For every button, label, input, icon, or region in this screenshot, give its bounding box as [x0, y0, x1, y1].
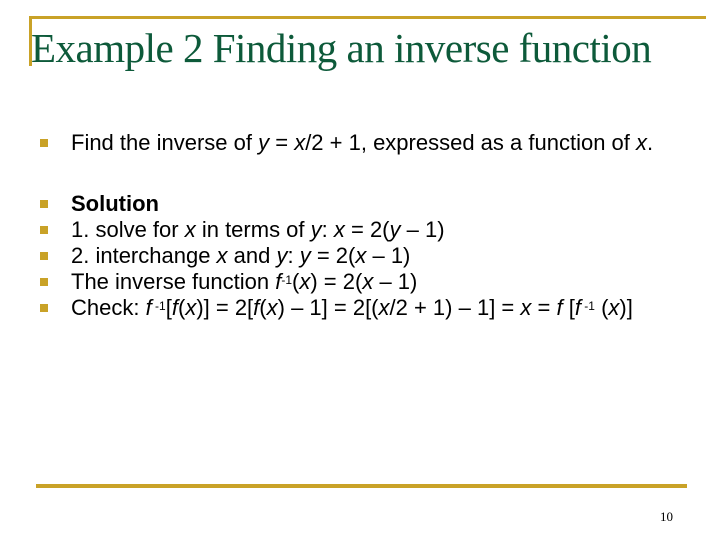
- bullet-step-1: 1. solve for x in terms of y: x = 2(y – …: [38, 217, 678, 243]
- bullet-step-2: 2. interchange x and y: y = 2(x – 1): [38, 243, 678, 269]
- text-segment: – 1): [366, 243, 411, 268]
- text-segment: in terms of: [195, 217, 311, 242]
- math-variable: x: [299, 269, 311, 294]
- bullet-text: 1. solve for x in terms of y: x = 2(y – …: [71, 217, 445, 242]
- text-segment: /2 + 1) – 1] =: [389, 295, 521, 320]
- text-segment: .: [647, 130, 654, 155]
- text-segment: (: [594, 295, 609, 320]
- math-variable: x: [294, 130, 306, 155]
- math-variable: y: [276, 243, 288, 268]
- math-variable: x: [355, 243, 367, 268]
- bullet-square-icon: [40, 200, 48, 208]
- math-variable: x: [185, 295, 197, 320]
- text-segment: [: [562, 295, 575, 320]
- text-segment: = 2(: [310, 243, 356, 268]
- text-segment: = 2(: [344, 217, 390, 242]
- bullet-solution: Solution: [38, 191, 678, 217]
- text-segment: (: [259, 295, 267, 320]
- text-segment: Find the inverse of: [71, 130, 259, 155]
- text-segment: /2 + 1, expressed as a function of: [305, 130, 637, 155]
- bullet-text: Solution: [71, 191, 159, 216]
- slide-title: Example 2 Finding an inverse function: [31, 25, 652, 71]
- math-variable: x: [378, 295, 390, 320]
- title-top-rule: [29, 16, 706, 19]
- text-segment: =: [269, 130, 295, 155]
- bullet-text: The inverse function f-1(x) = 2(x – 1): [71, 269, 417, 294]
- text-segment: – 1): [400, 217, 445, 242]
- text-segment: )]: [619, 295, 633, 320]
- bullet-check: Check: f -1[f(x)] = 2[f(x) – 1] = 2[(x/2…: [38, 295, 678, 321]
- superscript: -1: [151, 299, 166, 313]
- text-segment: and: [227, 243, 277, 268]
- math-variable: y: [299, 243, 311, 268]
- math-variable: x: [333, 217, 345, 242]
- footer-rule: [36, 484, 687, 488]
- math-variable: x: [184, 217, 196, 242]
- math-variable: y: [310, 217, 322, 242]
- text-segment: The inverse function: [71, 269, 276, 294]
- text-segment: 2. interchange: [71, 243, 217, 268]
- math-variable: f: [145, 295, 152, 320]
- superscript: -1: [580, 299, 595, 313]
- bullet-list: Find the inverse of y = x/2 + 1, express…: [38, 130, 678, 321]
- bullet-square-icon: [40, 226, 48, 234]
- math-variable: x: [362, 269, 374, 294]
- bullet-inverse: The inverse function f-1(x) = 2(x – 1): [38, 269, 678, 295]
- page-number: 10: [660, 509, 673, 524]
- bullet-problem: Find the inverse of y = x/2 + 1, express…: [38, 130, 678, 156]
- text-segment: – 1): [373, 269, 418, 294]
- text-segment: :: [321, 217, 334, 242]
- math-variable: y: [258, 130, 270, 155]
- bullet-square-icon: [40, 139, 48, 147]
- math-variable: x: [216, 243, 228, 268]
- bold-text: Solution: [71, 191, 159, 216]
- text-segment: Check:: [71, 295, 146, 320]
- math-variable: y: [389, 217, 401, 242]
- math-variable: x: [266, 295, 278, 320]
- bullet-text: Check: f -1[f(x)] = 2[f(x) – 1] = 2[(x/2…: [71, 295, 633, 320]
- text-segment: 1. solve for: [71, 217, 185, 242]
- math-variable: x: [636, 130, 648, 155]
- text-segment: :: [287, 243, 300, 268]
- bullet-square-icon: [40, 252, 48, 260]
- math-variable: x: [520, 295, 532, 320]
- bullet-square-icon: [40, 304, 48, 312]
- bullet-square-icon: [40, 278, 48, 286]
- bullet-text: Find the inverse of y = x/2 + 1, express…: [71, 130, 653, 155]
- text-segment: ) = 2(: [310, 269, 363, 294]
- text-segment: =: [531, 295, 557, 320]
- bullet-text: 2. interchange x and y: y = 2(x – 1): [71, 243, 410, 268]
- text-segment: )] = 2[: [196, 295, 254, 320]
- text-segment: ) – 1] = 2[(: [277, 295, 379, 320]
- superscript: -1: [281, 273, 293, 287]
- math-variable: x: [608, 295, 620, 320]
